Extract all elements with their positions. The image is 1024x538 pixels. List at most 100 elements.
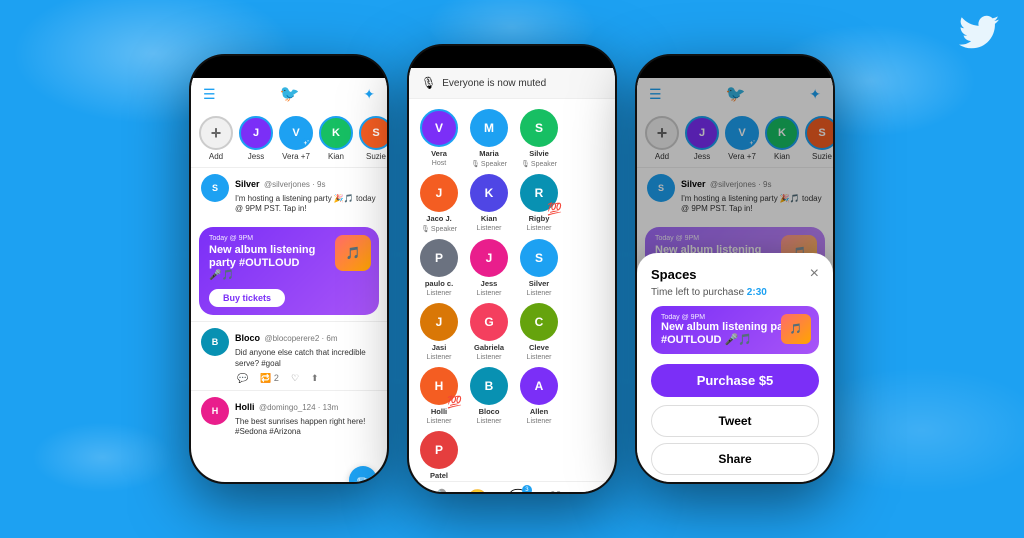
modal-timer: Time left to purchase 2:30	[651, 287, 819, 298]
allen-role: Listener	[527, 418, 552, 425]
paulo-role: Listener	[427, 290, 452, 297]
signal-icon: ▌▌▌	[343, 64, 358, 71]
modal-header: Spaces ×	[651, 265, 819, 283]
muted-banner: 🎙 Everyone is now muted	[409, 68, 615, 99]
gabriela-role: Listener	[477, 354, 502, 361]
signal3-icon: ▌▌▌	[789, 64, 804, 71]
mute-icon: 🎙	[421, 76, 436, 90]
kian-avatar[interactable]: K	[319, 116, 353, 150]
patel-avatar: P	[420, 431, 458, 469]
chat-bottom-icon[interactable]: 💬 3	[508, 488, 528, 494]
tweet-bloco-content: Bloco @blocoperere2 · 6m Did anyone else…	[235, 328, 377, 384]
tweet-modal-button[interactable]: Tweet	[651, 405, 819, 437]
tweet-holli-header: H Holli @domingo_124 · 13m The best sunr…	[201, 397, 377, 438]
mic-icon: 🎙	[471, 160, 480, 168]
phone1-time: 11:29	[207, 62, 230, 72]
phone2-status-icons: ▌▌▌ ▾ ▮	[571, 53, 599, 61]
buy-tickets-button[interactable]: Buy tickets	[209, 289, 285, 307]
kian-p-name: Kian	[481, 214, 497, 223]
paulo-name: paulo c.	[425, 279, 453, 288]
jasi-avatar: J	[420, 303, 458, 341]
emoji-bottom-icon[interactable]: 😊	[468, 488, 488, 494]
paulo-avatar: P	[420, 239, 458, 277]
mic-bottom-icon[interactable]: 🎤	[427, 488, 447, 494]
tweet-bloco-header: B Bloco @blocoperere2 · 6m Did anyone el…	[201, 328, 377, 384]
participant-gabriela: G Gabriela Listener	[467, 303, 511, 361]
maria-role: 🎙 Speaker	[471, 160, 507, 168]
participant-vera: V Vera Host	[417, 109, 461, 168]
maria-avatar: M	[470, 109, 508, 147]
participant-silver: S Silver Listener	[517, 239, 561, 297]
reply-icon[interactable]: 💬	[237, 373, 248, 384]
participant-jasi: J Jasi Listener	[417, 303, 461, 361]
silver-p-name: Silver	[529, 279, 549, 288]
participant-cleve: C Cleve Listener	[517, 303, 561, 361]
story-add[interactable]: + Add	[199, 116, 233, 161]
participant-silvie: S Silvie 🎙 Speaker	[517, 109, 561, 168]
gabriela-name: Gabriela	[474, 343, 504, 352]
holli-p-name: Holli	[431, 407, 447, 416]
mic3-icon: 🎙	[421, 225, 430, 233]
tweet-silver-content: Silver @silverjones · 9s I'm hosting a l…	[235, 174, 377, 215]
wifi-icon: ▾	[361, 63, 365, 71]
cleve-name: Cleve	[529, 343, 549, 352]
bloco-p-role: Listener	[477, 418, 502, 425]
kian-p-avatar: K	[470, 174, 508, 212]
share-bottom-icon[interactable]: ⬆	[583, 488, 596, 494]
retweet-icon[interactable]: 🔁 2	[260, 373, 279, 384]
modal-spaces-thumb: 🎵	[781, 314, 811, 344]
story-vera[interactable]: V +7 Vera +7	[279, 116, 313, 161]
participant-rigby: R 💯 Rigby Listener	[517, 174, 561, 233]
jess-avatar[interactable]: J	[239, 116, 273, 150]
silver-p-avatar: S	[520, 239, 558, 277]
phone1-stories: + Add J Jess V +7 Vera +7 K Kian	[191, 110, 387, 167]
rigby-emoji: 💯	[547, 202, 562, 216]
muted-text: Everyone is now muted	[442, 78, 546, 89]
cleve-avatar: C	[520, 303, 558, 341]
timer-value: 2:30	[747, 287, 767, 298]
rigby-avatar: R 💯	[520, 174, 558, 212]
holli-handle: @domingo_124 · 13m	[259, 403, 338, 412]
story-suzie[interactable]: S Suzie	[359, 116, 387, 161]
suzie-avatar[interactable]: S	[359, 116, 387, 150]
spaces-modal: Spaces × Time left to purchase 2:30 Toda…	[637, 253, 833, 484]
bloco-avatar: B	[201, 328, 229, 356]
silver-avatar: S	[201, 174, 229, 202]
phone1-notch-cutout	[249, 56, 329, 70]
holli-name: Holli	[235, 402, 255, 412]
bloco-p-name: Bloco	[479, 407, 500, 416]
wifi3-icon: ▾	[807, 63, 811, 71]
jasi-role: Listener	[427, 354, 452, 361]
phone1-notch: 11:29 ▌▌▌ ▾ ▮	[191, 56, 387, 78]
participant-allen: A Allen Listener	[517, 367, 561, 425]
bloco-text: Did anyone else catch that incredible se…	[235, 348, 377, 369]
share-modal-button[interactable]: Share	[651, 443, 819, 475]
add-avatar[interactable]: +	[199, 116, 233, 150]
hamburger-icon[interactable]: ☰	[203, 86, 216, 103]
holli-p-avatar: H 💯	[420, 367, 458, 405]
purchase-button[interactable]: Purchase $5	[651, 364, 819, 397]
vera-p-avatar: V	[420, 109, 458, 147]
compose-button[interactable]: ✏	[349, 466, 377, 484]
sparkle-icon[interactable]: ✦	[363, 86, 375, 103]
vera-p-role: Host	[432, 160, 446, 167]
story-jess[interactable]: J Jess	[239, 116, 273, 161]
vera-label: Vera +7	[282, 152, 310, 161]
share-icon[interactable]: ⬆	[311, 373, 319, 384]
modal-close-button[interactable]: ×	[810, 265, 819, 283]
heart-bottom-icon[interactable]: ♡	[548, 488, 562, 494]
silver-text: I'm hosting a listening party 🎉🎵 today @…	[235, 194, 377, 215]
participant-maria: M Maria 🎙 Speaker	[467, 109, 511, 168]
like-icon[interactable]: ♡	[291, 373, 299, 384]
vera-avatar[interactable]: V +7	[279, 116, 313, 150]
rigby-role: Listener	[527, 225, 552, 232]
tweet-holli: H Holli @domingo_124 · 13m The best sunr…	[191, 390, 387, 444]
phone2-screen: 🎙 Everyone is now muted V Vera Host M Ma…	[409, 68, 615, 494]
bloco-handle: @blocoperere2 · 6m	[264, 334, 337, 343]
bloco-p-avatar: B	[470, 367, 508, 405]
phone3-time: 11:29	[653, 62, 676, 72]
phone-3: 11:29 ▌▌▌ ▾ ▮ ☰ 🐦 ✦ + Add J	[635, 54, 835, 484]
story-kian[interactable]: K Kian	[319, 116, 353, 161]
tweet-silver: S Silver @silverjones · 9s I'm hosting a…	[191, 167, 387, 221]
phone3-notch-cutout	[695, 56, 775, 70]
